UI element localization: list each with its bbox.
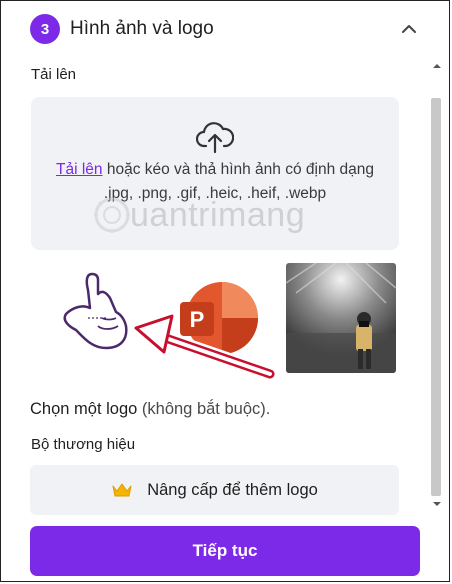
scroll-up-icon[interactable] (431, 60, 443, 72)
optional-note: (không bắt buộc). (137, 400, 271, 418)
continue-button[interactable]: Tiếp tục (30, 526, 420, 576)
upgrade-add-logo-button[interactable]: Nâng cấp để thêm logo (30, 465, 399, 515)
crown-icon (112, 483, 132, 497)
continue-button-label: Tiếp tục (192, 541, 258, 560)
scroll-down-icon[interactable] (431, 498, 443, 510)
upgrade-button-label: Nâng cấp để thêm logo (147, 480, 318, 499)
logo-option-photo[interactable] (286, 263, 396, 373)
watermark-text: uantrimang (130, 196, 306, 234)
annotation-arrow (134, 314, 277, 380)
concert-photo-image (286, 263, 396, 373)
watermark-logo (94, 197, 130, 233)
scrollbar-thumb[interactable] (431, 98, 441, 496)
section-header[interactable]: 3 Hình ảnh và logo (0, 0, 452, 60)
cloud-upload-icon (196, 122, 234, 154)
upload-link[interactable]: Tải lên (56, 161, 103, 178)
choose-logo-text: Chọn một logo (30, 400, 138, 418)
chevron-up-icon[interactable] (400, 20, 418, 38)
upload-section-label: Tải lên (31, 66, 77, 83)
section-title: Hình ảnh và logo (70, 18, 214, 39)
choose-logo-label: Chọn một logo (không bắt buộc). (30, 400, 270, 419)
brand-kit-label: Bộ thương hiệu (31, 436, 136, 453)
step-number-badge: 3 (30, 14, 60, 44)
